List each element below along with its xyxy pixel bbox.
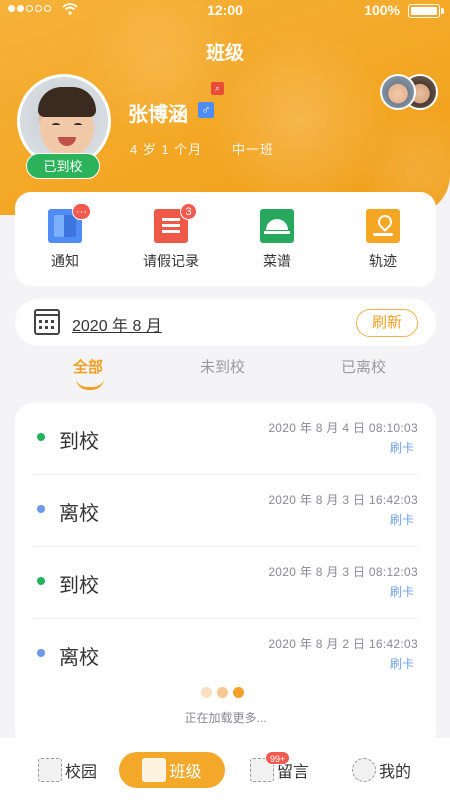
record-time: 2020 年 8 月 2 日 16:42:03: [268, 637, 418, 651]
quick-action-label: 通知: [51, 253, 79, 269]
record-type: 离校: [59, 647, 99, 669]
nav-campus[interactable]: 校园: [38, 752, 97, 788]
record-method: 刷卡: [389, 441, 414, 455]
message-icon: 99+: [250, 751, 291, 782]
active-tab-indicator: [76, 378, 104, 390]
track-icon: [366, 209, 400, 243]
nav-profile[interactable]: 我的: [352, 752, 411, 788]
record-method: 刷卡: [389, 513, 414, 527]
notice-icon: ···: [48, 203, 91, 243]
list-item[interactable]: 离校 2020 年 8 月 3 日 16:42:03 刷卡: [33, 475, 418, 547]
battery-icon: [408, 4, 444, 18]
bottom-nav: 校园 班级 99+ 留言 我的: [0, 738, 450, 800]
leave-status-dot: [37, 505, 45, 513]
student-age: 4 岁 1 个月: [130, 142, 203, 157]
attendance-tabs: 全部 未到校 已离校: [0, 356, 450, 396]
date-bar: 2020 年 8 月 刷新: [15, 299, 436, 346]
list-item[interactable]: 到校 2020 年 8 月 3 日 08:12:03 刷卡: [33, 547, 418, 619]
search-icon[interactable]: ⌕: [211, 82, 224, 95]
page-title: 班级: [205, 43, 244, 64]
nav-label: 校园: [65, 764, 98, 781]
menu-icon: [260, 209, 294, 243]
loading-text: 正在加载更多...: [184, 711, 267, 725]
quick-action-track[interactable]: 轨迹: [343, 209, 423, 271]
notice-badge: ···: [72, 203, 91, 220]
arrive-status-dot: [37, 577, 45, 585]
tab-all[interactable]: 全部: [73, 356, 103, 377]
quick-action-label: 请假记录: [143, 253, 199, 269]
arrive-status-dot: [37, 433, 45, 441]
student-class: 中一班: [232, 142, 275, 157]
loading-spinner-icon: [201, 687, 244, 698]
leave-status-dot: [37, 649, 45, 657]
record-type: 到校: [59, 575, 99, 597]
record-method: 刷卡: [389, 657, 414, 671]
message-badge: 99+: [265, 751, 291, 765]
campus-icon: [38, 758, 62, 782]
record-method: 刷卡: [389, 585, 414, 599]
status-bar: 12:00 100%: [0, 0, 450, 22]
attendance-status-badge: 已到校: [26, 153, 100, 179]
nav-class[interactable]: 班级: [119, 752, 225, 788]
record-type: 离校: [59, 503, 99, 525]
record-time: 2020 年 8 月 3 日 08:12:03: [268, 565, 418, 579]
refresh-button[interactable]: 刷新: [356, 309, 418, 337]
quick-action-label: 菜谱: [263, 253, 291, 269]
nav-label: 我的: [379, 764, 412, 781]
list-item[interactable]: 到校 2020 年 8 月 4 日 08:10:03 刷卡: [33, 403, 418, 475]
leave-record-icon: 3: [154, 203, 197, 243]
record-type: 到校: [59, 431, 99, 453]
student-name: 张博涵: [128, 104, 188, 126]
list-item[interactable]: 离校 2020 年 8 月 2 日 16:42:03 刷卡: [33, 619, 418, 691]
nav-label: 班级: [169, 764, 202, 781]
record-time: 2020 年 8 月 4 日 08:10:03: [268, 421, 418, 435]
quick-action-notice[interactable]: ··· 通知: [25, 203, 105, 271]
quick-action-menu[interactable]: 菜谱: [237, 209, 317, 271]
quick-action-leave-record[interactable]: 3 请假记录: [131, 203, 211, 271]
leave-record-badge: 3: [180, 203, 197, 220]
quick-actions-card: ··· 通知 3 请假记录 菜谱 轨迹: [15, 192, 436, 286]
calendar-icon[interactable]: [34, 309, 60, 335]
quick-action-label: 轨迹: [369, 253, 397, 269]
male-gender-icon: ♂: [198, 102, 214, 118]
switch-child-avatars[interactable]: [380, 74, 438, 112]
class-header: 12:00 100% 班级 已到校 张博涵 ⌕ ♂ 4 岁 1 个月 中一班: [0, 0, 450, 215]
tab-not-arrived[interactable]: 未到校: [200, 356, 245, 377]
date-picker[interactable]: 2020 年 8 月: [72, 312, 162, 336]
attendance-records: 到校 2020 年 8 月 4 日 08:10:03 刷卡 离校 2020 年 …: [15, 403, 436, 748]
class-icon: [142, 758, 167, 782]
record-time: 2020 年 8 月 3 日 16:42:03: [268, 493, 418, 507]
profile-icon: [352, 758, 376, 782]
nav-message[interactable]: 99+ 留言: [250, 751, 309, 788]
battery-percent: 100%: [364, 2, 400, 18]
child-avatar[interactable]: [380, 74, 416, 110]
tab-left-school[interactable]: 已离校: [341, 356, 386, 377]
